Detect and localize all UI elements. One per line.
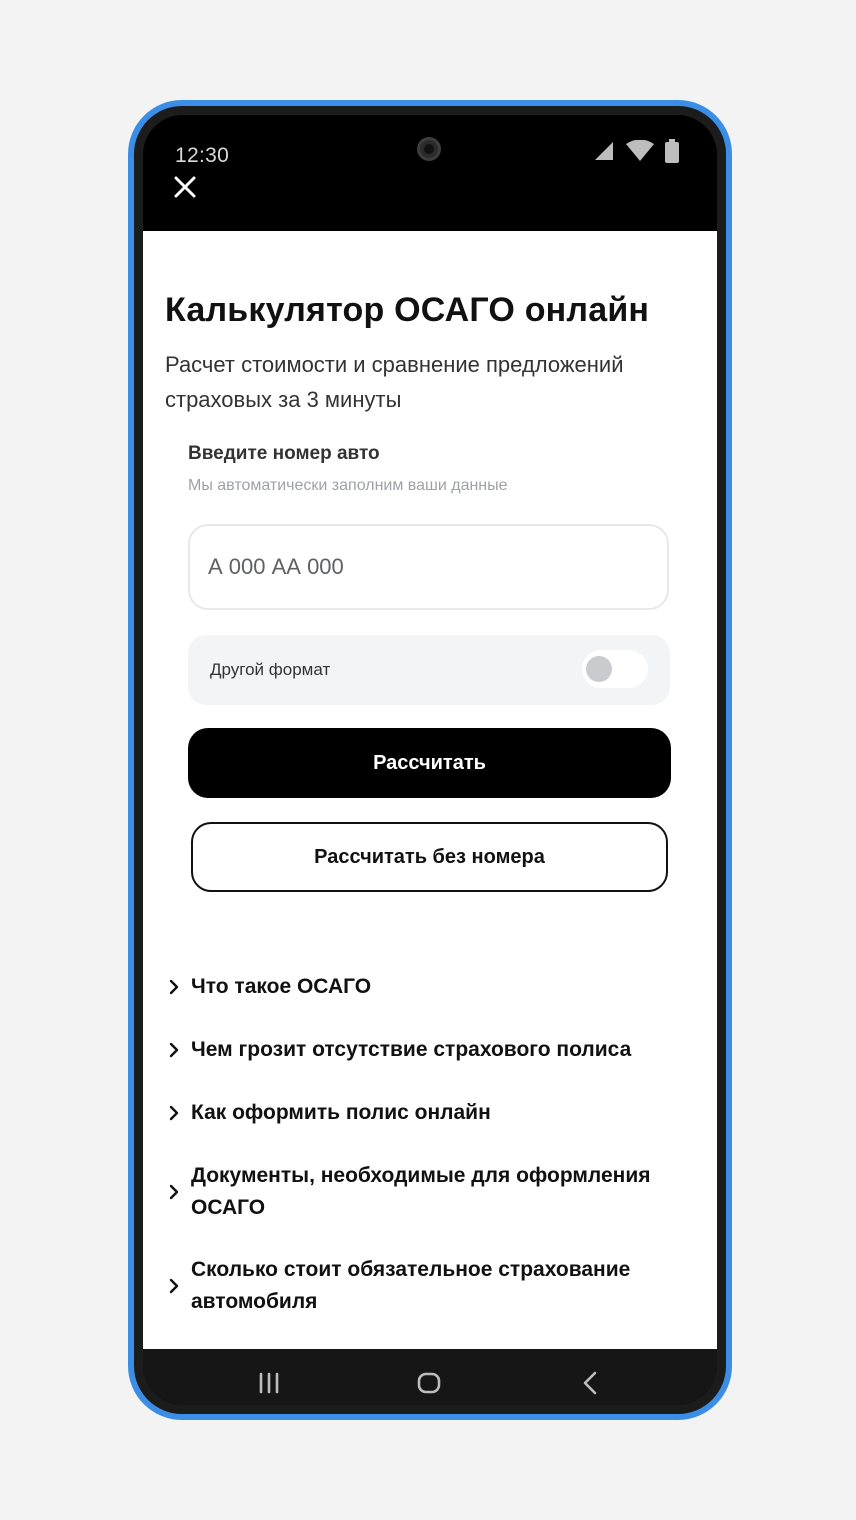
recent-apps-icon[interactable] (253, 1367, 285, 1399)
chevron-right-icon (169, 1278, 179, 1294)
faq-item-label: Что такое ОСАГО (191, 975, 372, 998)
calculate-button[interactable]: Рассчитать (188, 728, 671, 798)
other-format-row: Другой формат (188, 635, 670, 705)
toggle-knob (586, 656, 612, 682)
faq-item-label: Как оформить полис онлайн (191, 1101, 491, 1124)
system-nav-bar (143, 1349, 717, 1405)
main-content: Калькулятор ОСАГО онлайн Расчет стоимост… (143, 231, 717, 1349)
signal-icon (595, 142, 613, 160)
faq-item-what-is-osago[interactable]: Что такое ОСАГО (161, 971, 371, 1003)
faq-item-penalty[interactable]: Чем грозит отсутствие страхового полиса (161, 1034, 631, 1066)
phone-bezel: 12:30 Калькулятор ОСАГО онлайн Расчет ст… (134, 106, 726, 1414)
calculate-without-plate-button[interactable]: Рассчитать без номера (191, 822, 668, 892)
other-format-label: Другой формат (210, 660, 331, 679)
plate-field-hint: Мы автоматически заполним ваши данные (188, 477, 508, 494)
faq-item-documents[interactable]: Документы, необходимые для оформления ОС… (161, 1160, 681, 1224)
faq-item-label: Документы, необходимые для оформления ОС… (191, 1164, 651, 1219)
back-icon[interactable] (575, 1367, 607, 1399)
page-title: Калькулятор ОСАГО онлайн (165, 291, 650, 329)
close-icon[interactable] (171, 173, 199, 201)
other-format-toggle[interactable] (582, 650, 648, 688)
chevron-right-icon (169, 1042, 179, 1058)
status-bar: 12:30 (143, 115, 717, 231)
plate-number-input[interactable] (188, 524, 669, 610)
chevron-right-icon (169, 1184, 179, 1200)
home-icon[interactable] (413, 1367, 445, 1399)
chevron-right-icon (169, 1105, 179, 1121)
faq-item-cost[interactable]: Сколько стоит обязательное страхование а… (161, 1254, 681, 1318)
faq-item-how-to-buy[interactable]: Как оформить полис онлайн (161, 1097, 491, 1129)
chevron-right-icon (169, 979, 179, 995)
screen: 12:30 Калькулятор ОСАГО онлайн Расчет ст… (143, 115, 717, 1405)
page-subtitle: Расчет стоимости и сравнение предложений… (165, 352, 624, 412)
phone-frame: 12:30 Калькулятор ОСАГО онлайн Расчет ст… (128, 100, 732, 1420)
faq-item-label: Чем грозит отсутствие страхового полиса (191, 1038, 632, 1061)
battery-icon (665, 139, 679, 163)
status-time: 12:30 (175, 144, 230, 167)
faq-item-label: Сколько стоит обязательное страхование а… (191, 1258, 631, 1313)
front-camera (417, 137, 441, 161)
wifi-icon (626, 140, 654, 161)
status-icons (593, 139, 679, 163)
plate-field-label: Введите номер авто (188, 443, 380, 464)
